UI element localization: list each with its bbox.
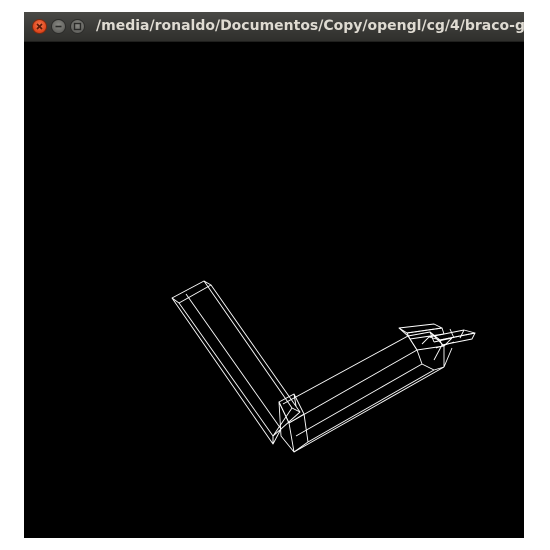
wireframe-scene <box>171 280 476 453</box>
title-bar[interactable]: /media/ronaldo/Documentos/Copy/opengl/cg… <box>24 12 524 42</box>
opengl-canvas[interactable] <box>24 42 524 538</box>
maximize-button[interactable] <box>70 19 85 34</box>
app-window: /media/ronaldo/Documentos/Copy/opengl/cg… <box>24 12 524 538</box>
window-title: /media/ronaldo/Documentos/Copy/opengl/cg… <box>96 18 524 34</box>
close-button[interactable] <box>32 19 47 34</box>
minimize-icon <box>55 25 62 28</box>
minimize-button[interactable] <box>51 19 66 34</box>
maximize-icon <box>73 22 82 31</box>
claw <box>398 323 476 368</box>
upper-arm <box>171 280 301 445</box>
close-icon <box>36 23 43 30</box>
